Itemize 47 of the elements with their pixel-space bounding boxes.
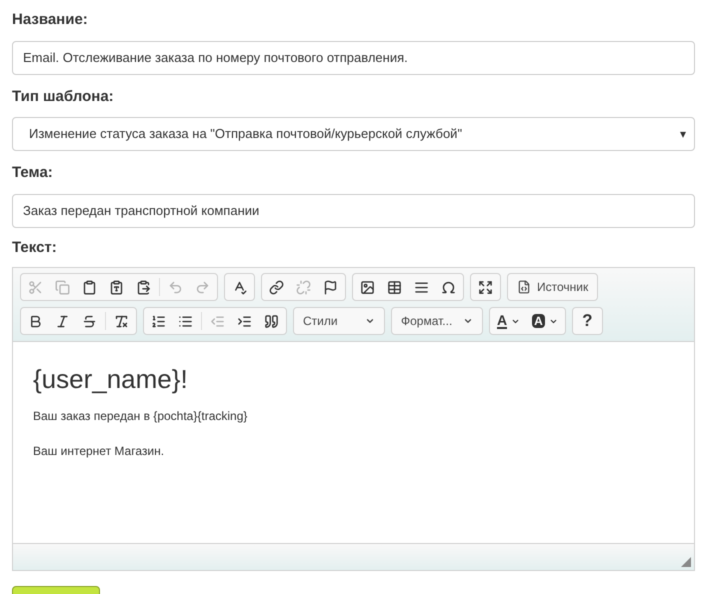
link-icon — [269, 280, 284, 294]
dropdown-button[interactable]: Стили — [295, 308, 383, 334]
source-button[interactable]: Источник — [509, 274, 596, 300]
caret-icon — [463, 316, 473, 326]
strikethrough-icon — [82, 314, 97, 328]
clear-format-icon — [114, 314, 129, 328]
spellcheck-icon — [232, 280, 247, 294]
file-code-icon — [517, 280, 531, 294]
indent-icon — [237, 314, 252, 328]
text-color-button[interactable]: A — [491, 308, 526, 334]
omega-icon — [441, 280, 456, 294]
scissors-icon — [28, 280, 43, 294]
field-label: Текст: — [12, 238, 58, 258]
image-icon — [360, 280, 375, 294]
flag-icon — [323, 280, 338, 294]
bullet-list-icon — [178, 314, 193, 328]
content-paragraph: Ваш заказ передан в {pochta}{tracking} — [33, 408, 248, 425]
maximize-icon — [478, 280, 493, 294]
clipboard-paste-icon — [136, 280, 151, 294]
table-icon — [387, 280, 402, 294]
select-field[interactable]: Изменение статуса заказа на "Отправка почтовой/курьерской службой" ▾ — [12, 117, 695, 151]
content-paragraph: Ваш интернет Магазин. — [33, 443, 166, 460]
horizontal-rule-icon — [414, 280, 429, 294]
resize-handle-icon — [681, 557, 691, 567]
unlink-icon — [296, 280, 311, 294]
background-color-button[interactable]: A — [526, 308, 564, 334]
text-field[interactable]: Email. Отслеживание заказа по номеру почтового отправления. — [12, 40, 695, 74]
quote-icon — [264, 314, 279, 328]
help-button[interactable]: ? — [574, 308, 601, 334]
undo-icon — [168, 280, 183, 294]
clipboard-text-icon — [109, 280, 124, 294]
caret-icon — [365, 316, 375, 326]
dropdown-button[interactable]: Формат... — [393, 308, 481, 334]
copy-icon — [55, 280, 70, 294]
dropdown-arrow: ▾ — [680, 126, 686, 143]
select-value: Изменение статуса заказа на "Отправка почтовой/курьерской службой" — [29, 125, 462, 144]
redo-icon — [195, 280, 210, 294]
field-label: Тип шаблона: — [12, 86, 115, 106]
clipboard-icon — [82, 280, 97, 294]
bold-icon — [28, 314, 43, 328]
text-field[interactable]: Заказ передан транспортной компании — [12, 194, 695, 228]
content-heading: {user_name}! — [33, 363, 189, 395]
numbered-list-icon — [151, 314, 166, 328]
field-label: Название: — [12, 10, 89, 30]
outdent-icon — [210, 314, 225, 328]
field-label: Тема: — [12, 163, 54, 183]
italic-icon — [55, 314, 70, 328]
